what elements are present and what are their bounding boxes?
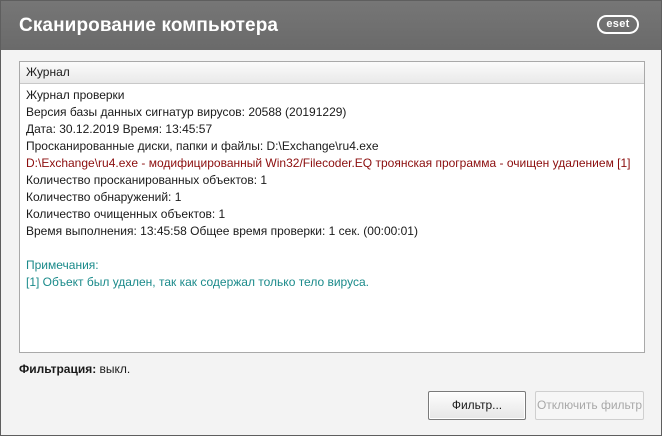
filter-status-value: выкл. [99, 362, 131, 376]
log-line-threat: D:\Exchange\ru4.exe - модифицированный W… [26, 156, 631, 170]
title-bar: Сканирование компьютера eset [1, 1, 661, 50]
log-line: Журнал проверки [26, 88, 125, 102]
log-line-note: [1] Объект был удален, так как содержал … [26, 275, 369, 289]
log-line: Дата: 30.12.2019 Время: 13:45:57 [26, 122, 213, 136]
filter-button[interactable]: Фильтр... [428, 391, 526, 420]
log-panel: Журнал Журнал проверки Версия базы данных… [19, 61, 645, 353]
window-title: Сканирование компьютера [19, 15, 279, 36]
disable-filter-button[interactable]: Отключить фильтр [535, 391, 644, 420]
log-line: Количество просканированных объектов: 1 [26, 173, 268, 187]
log-line: Время выполнения: 13:45:58 Общее время п… [26, 224, 418, 238]
log-line: Количество очищенных объектов: 1 [26, 207, 226, 221]
log-header: Журнал [20, 62, 644, 84]
scan-dialog: Сканирование компьютера eset Журнал Журн… [0, 0, 662, 436]
log-content[interactable]: Журнал проверки Версия базы данных сигнат… [20, 84, 644, 291]
log-line: Версия базы данных сигнатур вирусов: 205… [26, 105, 347, 119]
log-line: Количество обнаружений: 1 [26, 190, 182, 204]
log-line-note: Примечания: [26, 258, 99, 272]
log-line: Просканированные диски, папки и файлы: D… [26, 139, 379, 153]
filter-status: Фильтрация: выкл. [19, 362, 130, 376]
eset-logo: eset [597, 15, 639, 34]
filter-status-label: Фильтрация: [19, 362, 97, 376]
